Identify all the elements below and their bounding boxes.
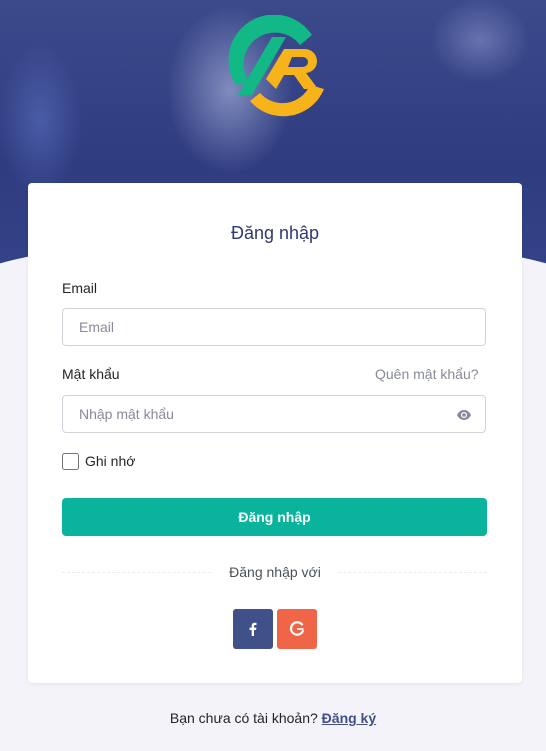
forgot-password-link[interactable]: Quên mật khẩu? (375, 366, 479, 382)
google-icon (289, 621, 305, 636)
google-login-button[interactable] (277, 609, 317, 649)
footer-prompt: Bạn chưa có tài khoản? (169, 710, 318, 726)
login-card: Đăng nhập Email Mật khẩu Quên mật khẩu? … (28, 183, 522, 683)
remember-label: Ghi nhớ (85, 453, 136, 469)
eye-icon[interactable] (456, 407, 472, 423)
register-link[interactable]: Đăng ký (322, 710, 376, 726)
divider-text: Đăng nhập với (28, 564, 522, 580)
facebook-login-button[interactable] (233, 609, 273, 649)
brand-logo (228, 15, 324, 117)
password-field[interactable] (62, 395, 486, 433)
footer: Bạn chưa có tài khoản? Đăng ký (0, 710, 546, 726)
password-label: Mật khẩu (62, 366, 120, 382)
email-field[interactable] (62, 308, 486, 346)
page-title: Đăng nhập (230, 223, 320, 243)
divider-label: Đăng nhập với (213, 564, 337, 580)
facebook-icon (249, 622, 257, 636)
remember-checkbox[interactable] (62, 453, 79, 470)
email-label: Email (62, 280, 98, 296)
login-button[interactable]: Đăng nhập (62, 498, 487, 536)
